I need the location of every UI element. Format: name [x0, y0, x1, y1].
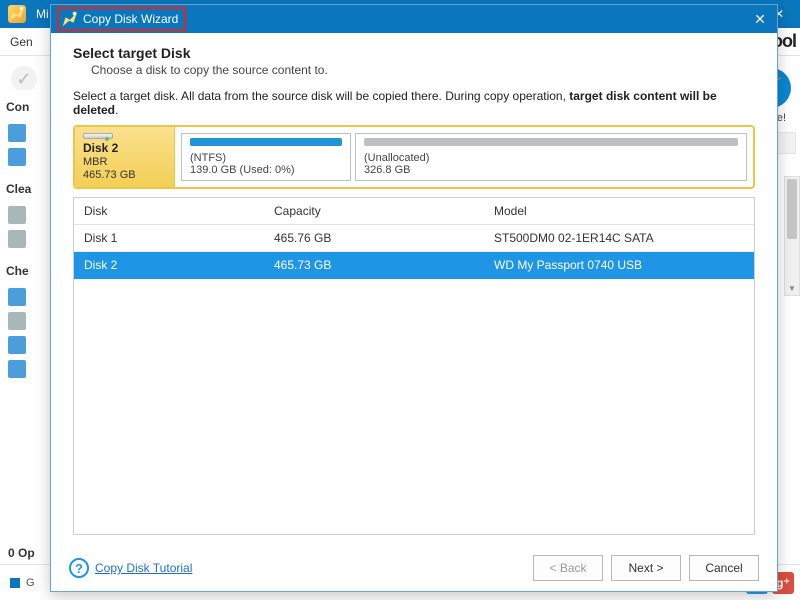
- menu-general[interactable]: Gen: [10, 35, 33, 49]
- wizard-close-button[interactable]: ✕: [747, 9, 773, 29]
- help-link[interactable]: Copy Disk Tutorial: [95, 561, 192, 575]
- copy-disk-wizard-dialog: Copy Disk Wizard ✕ Select target Disk Ch…: [50, 4, 778, 592]
- partition-map: (NTFS) 139.0 GB (Used: 0%) (Unallocated)…: [175, 127, 753, 187]
- sidebar: Con Clea Che: [0, 90, 45, 600]
- sidebar-section-check: Che: [0, 254, 44, 282]
- sidebar-icon-4[interactable]: [8, 230, 26, 248]
- partition-2-label: (Unallocated): [364, 152, 738, 164]
- table-row[interactable]: Disk 2465.73 GBWD My Passport 0740 USB: [74, 252, 754, 279]
- sidebar-icon-3[interactable]: [8, 206, 26, 224]
- sidebar-section-convert: Con: [0, 90, 44, 118]
- sidebar-icon-8[interactable]: [8, 360, 26, 378]
- cell-model: ST500DM0 02-1ER14C SATA: [484, 225, 754, 251]
- sidebar-icon-2[interactable]: [8, 148, 26, 166]
- sidebar-icon-7[interactable]: [8, 336, 26, 354]
- partition-bar-2: [364, 138, 738, 146]
- page-subheading: Choose a disk to copy the source content…: [91, 63, 755, 77]
- wizard-titlebar: Copy Disk Wizard ✕: [51, 5, 777, 33]
- disk-table: Disk Capacity Model Disk 1465.76 GBST500…: [73, 197, 755, 535]
- disk-map-chip: [10, 578, 20, 588]
- instruction-text: Select a target disk. All data from the …: [73, 89, 755, 117]
- back-button[interactable]: < Back: [533, 555, 603, 581]
- partition-1-label: (NTFS): [190, 152, 342, 164]
- cell-capacity: 465.73 GB: [264, 252, 484, 278]
- apply-check-icon: ✓: [11, 66, 37, 92]
- summary-disk-name: Disk 2: [83, 141, 166, 155]
- status-label: G: [26, 577, 35, 589]
- instruction-period: .: [115, 103, 118, 117]
- summary-disk-type: MBR: [83, 156, 166, 168]
- partition-2-detail: 326.8 GB: [364, 164, 738, 176]
- table-body: Disk 1465.76 GBST500DM0 02-1ER14C SATADi…: [74, 225, 754, 534]
- sidebar-icon-5[interactable]: [8, 288, 26, 306]
- scroll-down-arrow-icon[interactable]: ▼: [785, 281, 799, 295]
- operations-pending: 0 Op: [8, 546, 35, 560]
- right-scrollbar[interactable]: ▲ ▼: [784, 176, 800, 296]
- wizard-body: Select target Disk Choose a disk to copy…: [51, 33, 777, 545]
- partition-unallocated[interactable]: (Unallocated) 326.8 GB: [355, 133, 747, 181]
- target-disk-summary: Disk 2 MBR 465.73 GB (NTFS) 139.0 GB (Us…: [73, 125, 755, 189]
- hard-drive-icon: [83, 133, 113, 139]
- sidebar-section-clean: Clea: [0, 172, 44, 200]
- main-window-title: Mi: [36, 7, 49, 21]
- partition-bar-1: [190, 138, 342, 146]
- partition-ntfs[interactable]: (NTFS) 139.0 GB (Used: 0%): [181, 133, 351, 181]
- table-header: Disk Capacity Model: [74, 198, 754, 225]
- cell-disk: Disk 2: [74, 252, 264, 278]
- app-icon: [8, 5, 26, 23]
- help-section: ? Copy Disk Tutorial: [69, 558, 192, 578]
- cell-capacity: 465.76 GB: [264, 225, 484, 251]
- sidebar-icon-1[interactable]: [8, 124, 26, 142]
- next-button[interactable]: Next >: [611, 555, 681, 581]
- wizard-footer: ? Copy Disk Tutorial < Back Next > Cance…: [51, 545, 777, 591]
- wizard-title: Copy Disk Wizard: [83, 12, 178, 26]
- column-disk[interactable]: Disk: [74, 198, 264, 224]
- column-capacity[interactable]: Capacity: [264, 198, 484, 224]
- cell-disk: Disk 1: [74, 225, 264, 251]
- partition-1-detail: 139.0 GB (Used: 0%): [190, 164, 342, 176]
- cancel-button[interactable]: Cancel: [689, 555, 759, 581]
- sidebar-icon-6[interactable]: [8, 312, 26, 330]
- title-highlight: Copy Disk Wizard: [57, 7, 186, 31]
- page-heading: Select target Disk: [73, 45, 755, 61]
- instruction-plain: Select a target disk. All data from the …: [73, 89, 569, 103]
- disk-badge: Disk 2 MBR 465.73 GB: [75, 127, 175, 187]
- wizard-icon: [61, 10, 79, 28]
- summary-disk-size: 465.73 GB: [83, 169, 166, 181]
- cell-model: WD My Passport 0740 USB: [484, 252, 754, 278]
- table-row[interactable]: Disk 1465.76 GBST500DM0 02-1ER14C SATA: [74, 225, 754, 252]
- help-icon[interactable]: ?: [69, 558, 89, 578]
- column-model[interactable]: Model: [484, 198, 754, 224]
- scroll-thumb[interactable]: [787, 179, 797, 239]
